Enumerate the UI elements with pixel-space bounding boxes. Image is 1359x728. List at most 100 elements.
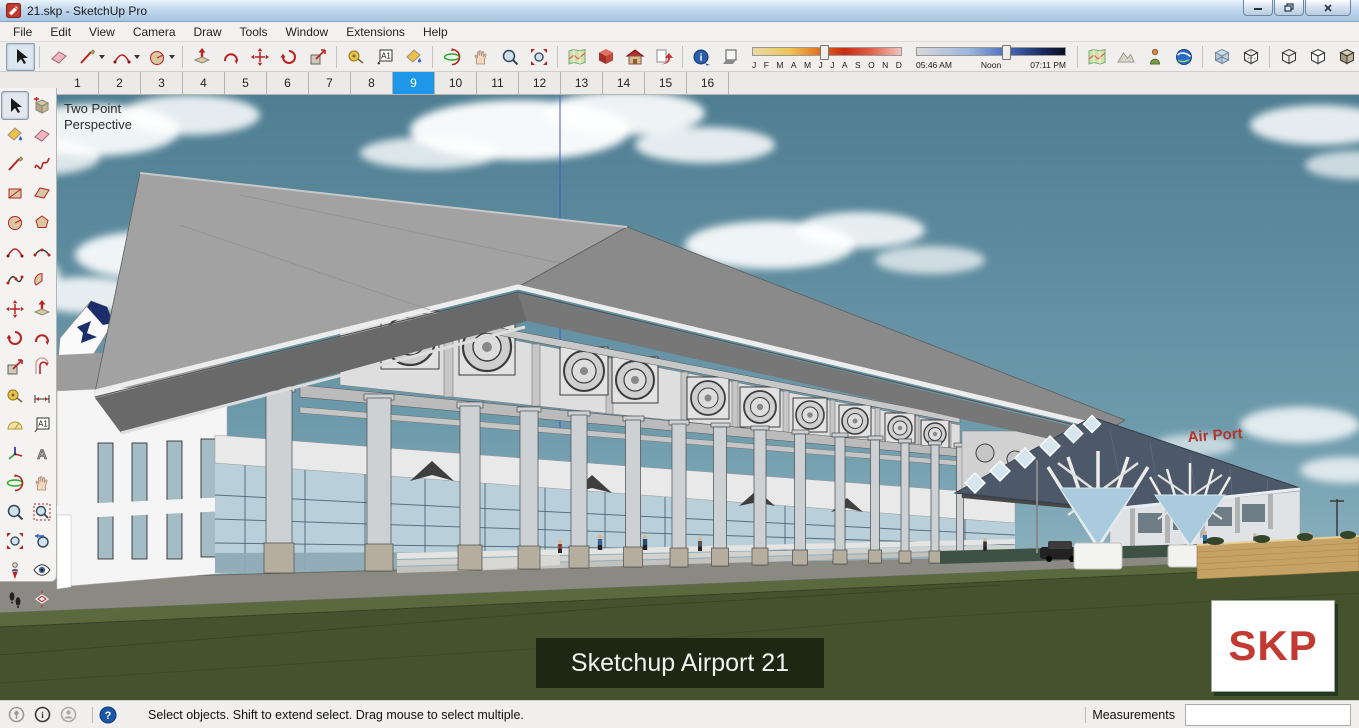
palette-look-around-tool[interactable] [28, 555, 56, 584]
scene-tab-8[interactable]: 8 [351, 72, 393, 94]
menu-camera[interactable]: Camera [124, 23, 185, 41]
palette-pie-tool[interactable] [28, 265, 56, 294]
eraser-tool-button[interactable] [44, 43, 73, 71]
shadow-toggle-button[interactable] [716, 43, 745, 71]
menu-help[interactable]: Help [414, 23, 457, 41]
measurements-input[interactable] [1185, 703, 1351, 726]
zoom-tool-button[interactable] [495, 43, 524, 71]
paint-bucket-tool-button[interactable] [399, 43, 428, 71]
palette-push-pull-tool[interactable] [28, 294, 56, 323]
shapes-dropdown-caret[interactable] [168, 54, 175, 59]
pan-tool-button[interactable] [466, 43, 495, 71]
palette-offset-tool[interactable] [28, 352, 56, 381]
follow-me-tool-button[interactable] [216, 43, 245, 71]
close-button[interactable] [1305, 0, 1351, 16]
add-location-button[interactable] [562, 43, 591, 71]
menu-tools[interactable]: Tools [231, 23, 277, 41]
palette-scale-tool[interactable] [1, 352, 29, 381]
palette-protractor-tool[interactable] [1, 410, 29, 439]
arc-tool-button[interactable] [108, 43, 143, 71]
menu-window[interactable]: Window [277, 23, 338, 41]
shadow-month-slider[interactable]: JFMAMJJASOND [752, 44, 902, 70]
palette-walk-tool[interactable] [1, 584, 29, 613]
x-ray-style-button[interactable] [1207, 43, 1236, 71]
palette-polygon-tool[interactable] [28, 207, 56, 236]
palette-follow-me-tool[interactable] [28, 323, 56, 352]
palette-orbit-tool[interactable] [1, 468, 29, 497]
select-tool-button[interactable] [6, 42, 35, 71]
menu-file[interactable]: File [4, 23, 41, 41]
palette-line-tool[interactable] [1, 149, 29, 178]
scene-tab-7[interactable]: 7 [309, 72, 351, 94]
palette-pan-tool[interactable] [28, 468, 56, 497]
palette-select-tool[interactable] [1, 91, 29, 120]
zoom-extents-button[interactable] [524, 43, 553, 71]
add-location-button-2[interactable] [1082, 43, 1111, 71]
palette-move-tool[interactable] [1, 294, 29, 323]
palette-two-point-arc-tool[interactable] [28, 236, 56, 265]
month-slider-thumb[interactable] [819, 44, 829, 60]
line-tool-button[interactable] [73, 43, 108, 71]
push-pull-tool-button[interactable] [187, 43, 216, 71]
scene-tab-6[interactable]: 6 [267, 72, 309, 94]
palette-rectangle-tool[interactable] [1, 178, 29, 207]
shadow-dialog-button[interactable]: i [687, 43, 716, 71]
menu-edit[interactable]: Edit [41, 23, 80, 41]
move-tool-button[interactable] [245, 43, 274, 71]
sign-in-button[interactable] [60, 706, 77, 723]
claim-credit-button[interactable]: i [34, 706, 51, 723]
palette-tape-measure-tool[interactable] [1, 381, 29, 410]
palette-arc-tool[interactable] [1, 236, 29, 265]
tape-measure-tool-button[interactable] [341, 43, 370, 71]
palette-zoom-window-tool[interactable] [28, 497, 56, 526]
toggle-terrain-button[interactable] [1111, 43, 1140, 71]
text-tool-button[interactable]: A1 [370, 43, 399, 71]
line-dropdown-caret[interactable] [98, 54, 105, 59]
scene-tab-1[interactable]: 1 [57, 72, 99, 94]
extension-warehouse-button[interactable] [591, 43, 620, 71]
google-earth-button[interactable] [1169, 43, 1198, 71]
palette-zoom-extents-tool[interactable] [1, 526, 29, 555]
scene-tab-9[interactable]: 9 [393, 72, 435, 94]
scene-tab-13[interactable]: 13 [561, 72, 603, 94]
palette-3d-text-tool[interactable]: A [28, 439, 56, 468]
menu-draw[interactable]: Draw [185, 23, 231, 41]
share-model-button[interactable] [649, 43, 678, 71]
back-edges-style-button[interactable] [1236, 43, 1265, 71]
palette-freehand-tool[interactable] [28, 149, 56, 178]
shapes-tool-button[interactable] [143, 43, 178, 71]
palette-circle-tool[interactable] [1, 207, 29, 236]
restore-button[interactable] [1274, 0, 1304, 16]
palette-make-component-tool[interactable] [28, 91, 56, 120]
scene-tab-15[interactable]: 15 [645, 72, 687, 94]
menu-extensions[interactable]: Extensions [337, 23, 414, 41]
wireframe-style-button[interactable] [1274, 43, 1303, 71]
palette-rotated-rectangle-tool[interactable] [28, 178, 56, 207]
model-viewport[interactable]: Air Port Two Point Perspective Sketchup … [0, 95, 1359, 700]
rotate-tool-button[interactable] [274, 43, 303, 71]
palette-paint-bucket-tool[interactable] [1, 120, 29, 149]
scene-tab-4[interactable]: 4 [183, 72, 225, 94]
palette-three-point-arc-tool[interactable] [1, 265, 29, 294]
palette-previous-tool[interactable] [28, 526, 56, 555]
scene-tab-5[interactable]: 5 [225, 72, 267, 94]
palette-dimension-tool[interactable] [28, 381, 56, 410]
minimize-button[interactable] [1243, 0, 1273, 16]
palette-text-tool[interactable]: A1 [28, 410, 56, 439]
menu-view[interactable]: View [80, 23, 124, 41]
scene-tab-3[interactable]: 3 [141, 72, 183, 94]
time-slider-track[interactable] [916, 46, 1066, 56]
scene-tab-2[interactable]: 2 [99, 72, 141, 94]
time-slider-thumb[interactable] [1001, 44, 1011, 60]
orbit-tool-button[interactable] [437, 43, 466, 71]
scene-tab-10[interactable]: 10 [435, 72, 477, 94]
palette-axes-tool[interactable] [1, 439, 29, 468]
3d-viewport-canvas[interactable]: Air Port [0, 95, 1359, 700]
hidden-line-style-button[interactable] [1303, 43, 1332, 71]
palette-zoom-tool[interactable] [1, 497, 29, 526]
scene-tab-12[interactable]: 12 [519, 72, 561, 94]
scene-tab-14[interactable]: 14 [603, 72, 645, 94]
geolocation-button[interactable] [8, 706, 25, 723]
palette-position-camera-tool[interactable] [1, 555, 29, 584]
palette-rotate-tool[interactable] [1, 323, 29, 352]
